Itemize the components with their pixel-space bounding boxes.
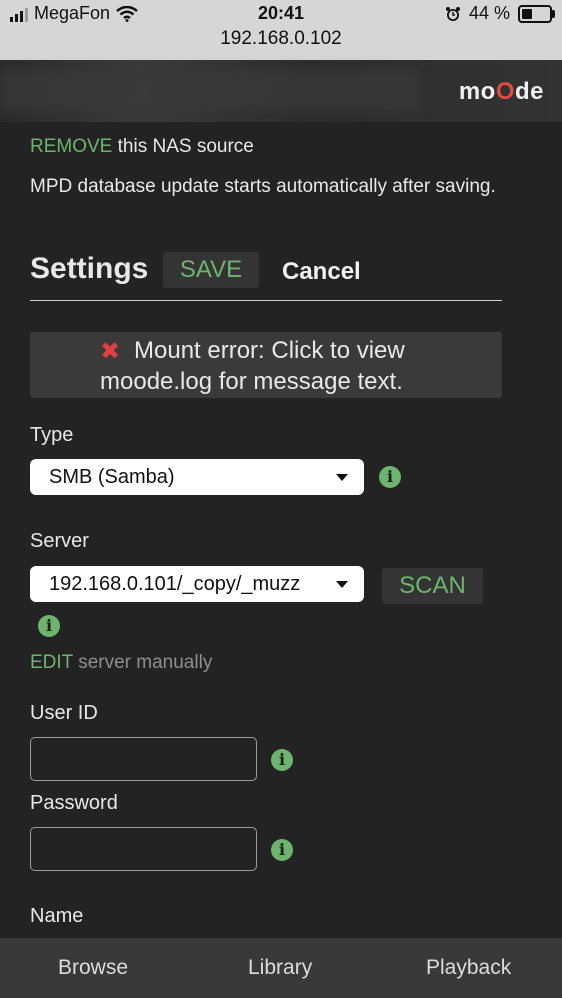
- error-line-2: moode.log for message text.: [100, 368, 403, 395]
- error-line-1: Mount error: Click to view: [134, 337, 405, 364]
- info-icon[interactable]: i: [271, 749, 293, 771]
- battery-icon: [518, 4, 555, 23]
- server-label: Server: [30, 530, 89, 552]
- info-icon[interactable]: i: [38, 615, 60, 637]
- userid-label: User ID: [30, 702, 98, 724]
- type-select[interactable]: SMB (Samba): [30, 459, 364, 495]
- name-label: Name: [30, 905, 84, 927]
- tab-library[interactable]: Library: [248, 956, 312, 980]
- bottom-tab-bar: Browse Library Playback: [0, 938, 562, 998]
- alarm-icon: [445, 6, 460, 21]
- remove-link[interactable]: REMOVE: [30, 136, 112, 157]
- page-title: Settings: [30, 252, 149, 285]
- battery-percent: 44 %: [468, 3, 510, 23]
- edit-server-line: EDIT server manually: [30, 652, 213, 673]
- server-select[interactable]: 192.168.0.101/_copy/_muzz: [30, 566, 364, 602]
- remove-line: REMOVE this NAS source: [30, 136, 254, 157]
- userid-field[interactable]: [30, 737, 257, 781]
- tab-browse[interactable]: Browse: [58, 956, 128, 980]
- dropdown-caret-icon: [336, 581, 348, 588]
- moode-logo[interactable]: moOde: [459, 78, 544, 106]
- blurred-header-area: [0, 70, 420, 110]
- save-button[interactable]: SAVE: [163, 252, 259, 288]
- info-icon[interactable]: i: [271, 839, 293, 861]
- db-update-notice: MPD database update starts automatically…: [30, 176, 496, 197]
- scan-button[interactable]: SCAN: [382, 568, 483, 604]
- edit-link[interactable]: EDIT: [30, 652, 73, 673]
- info-icon[interactable]: i: [379, 466, 401, 488]
- mount-error-banner[interactable]: ✖ Mount error: Click to view moode.log f…: [30, 332, 502, 398]
- tab-playback[interactable]: Playback: [426, 956, 511, 980]
- status-bar: MegaFon 20:41 44 % 192.168.0.102: [0, 0, 562, 60]
- address-bar[interactable]: 192.168.0.102: [0, 28, 562, 50]
- divider: [30, 300, 502, 301]
- dropdown-caret-icon: [336, 474, 348, 481]
- type-label: Type: [30, 424, 74, 446]
- app-header: moOde: [0, 60, 562, 122]
- password-label: Password: [30, 792, 118, 814]
- cancel-button[interactable]: Cancel: [282, 258, 361, 286]
- password-field[interactable]: [30, 827, 257, 871]
